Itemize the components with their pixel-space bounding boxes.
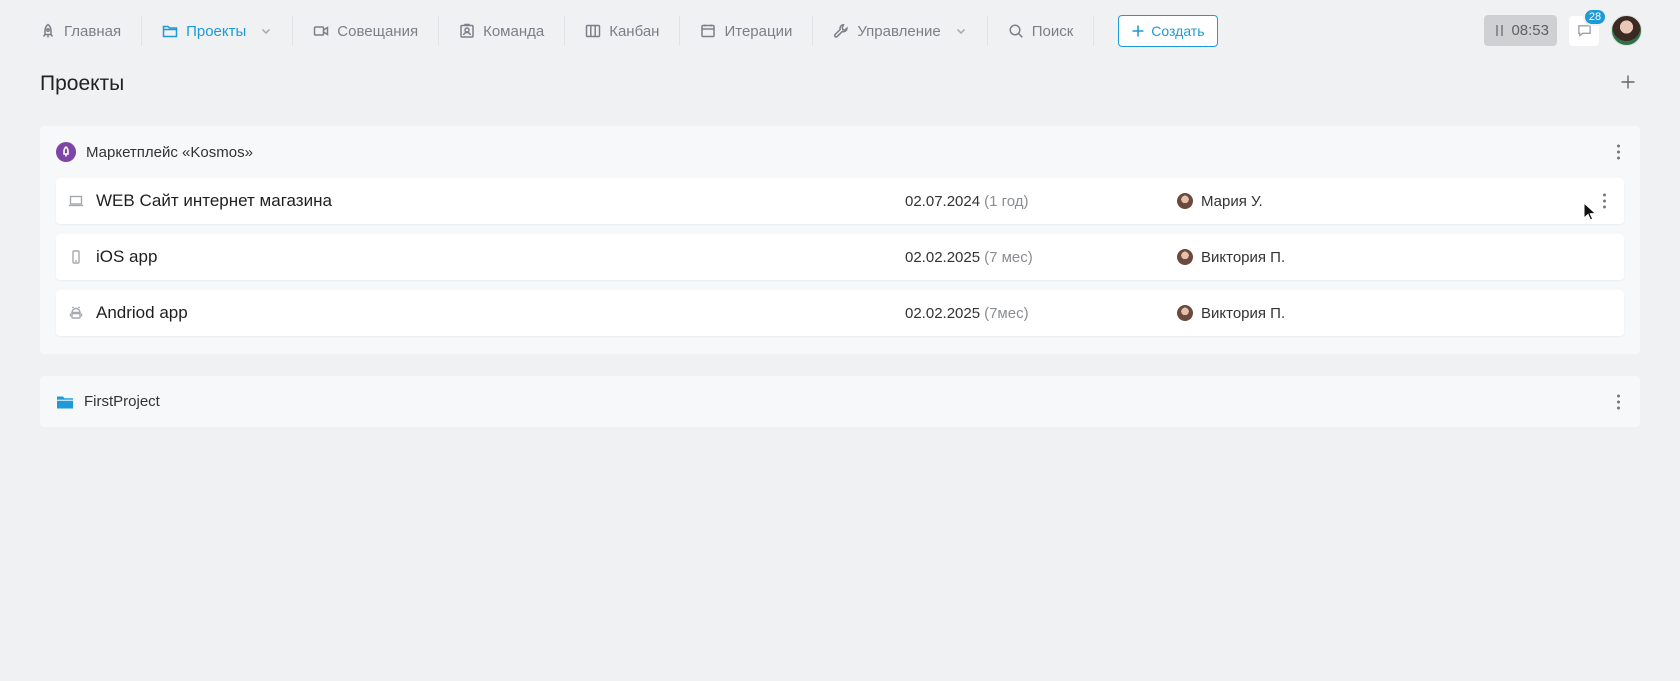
project-age: (7мес) [984,304,1029,322]
group-name: FirstProject [84,393,160,410]
project-owner-name: Виктория П. [1201,304,1286,322]
project-menu-icon[interactable] [1603,193,1606,209]
project-name: Andriod app [96,303,188,322]
calendar-icon [701,24,716,38]
nav-divider [1093,16,1095,46]
group-header[interactable]: FirstProject [40,376,1640,427]
project-row[interactable]: WEB Сайт интернет магазина 02.07.2024 (1 … [56,178,1624,224]
project-row[interactable]: iOS app 02.02.2025 (7 мес) Виктория П. [56,234,1624,280]
project-date: 02.02.2025 (7 мес) [905,249,1177,266]
group-menu-icon[interactable] [1617,394,1620,409]
project-owner[interactable]: Виктория П. [1177,249,1285,266]
project-name: iOS app [96,247,158,266]
nav-management-label: Управление [857,22,941,40]
add-project-button[interactable] [1620,74,1636,90]
group-name: Маркетплейс «Kosmos» [86,143,253,161]
nav-meetings[interactable]: Совещания [293,15,438,47]
nav-kanban[interactable]: Канбан [565,15,679,47]
avatar [1177,193,1193,209]
project-age: (7 мес) [984,248,1033,266]
laptop-icon [56,194,96,208]
project-group: Маркетплейс «Kosmos» WEB Сайт интернет м… [40,126,1640,354]
project-owner[interactable]: Мария У. [1177,193,1263,210]
user-avatar[interactable] [1611,15,1642,46]
notifications-button[interactable]: 28 [1569,7,1607,46]
rocket-icon [42,23,54,38]
phone-icon [56,250,96,264]
page-title: Проекты [40,72,125,95]
group-menu-icon[interactable] [1617,144,1620,160]
nav-team[interactable]: Команда [439,15,564,47]
pause-icon [1496,25,1504,36]
project-date-value: 02.02.2025 [905,304,981,322]
chevron-down-icon [262,28,271,35]
nav-projects-label: Проекты [186,22,247,40]
project-date: 02.02.2025 (7мес) [905,305,1177,322]
create-button-label: Создать [1151,23,1205,39]
project-row[interactable]: Andriod app 02.02.2025 (7мес) Виктория П. [56,290,1624,336]
nav-team-label: Команда [483,22,545,40]
project-date-value: 02.07.2024 [905,192,981,210]
time-tracker-button[interactable]: 08:53 [1484,15,1557,46]
search-icon [1009,24,1023,38]
create-button[interactable]: Создать [1118,15,1218,47]
plus-icon [1132,25,1144,37]
android-icon [56,306,96,320]
nav-meetings-label: Совещания [337,22,419,40]
folder-icon [162,25,178,38]
project-owner-name: Мария У. [1201,192,1263,210]
folder-icon [56,394,74,410]
project-list: WEB Сайт интернет магазина 02.07.2024 (1 … [40,178,1640,336]
nav-iterations[interactable]: Итерации [680,15,812,47]
nav-home[interactable]: Главная [40,15,141,47]
plus-icon [1621,75,1635,89]
columns-icon [585,24,601,38]
nav-search-label: Поиск [1031,22,1074,40]
nav-home-label: Главная [64,22,122,40]
rocket-icon [56,142,76,162]
project-date: 02.07.2024 (1 год) [905,193,1177,210]
project-age: (1 год) [984,192,1029,210]
id-badge-icon [460,23,474,38]
mouse-cursor-icon [1583,202,1597,221]
project-group: FirstProject [40,376,1640,427]
project-owner[interactable]: Виктория П. [1177,305,1285,322]
project-owner-name: Виктория П. [1201,248,1286,266]
project-name: WEB Сайт интернет магазина [96,191,332,210]
timer-value: 08:53 [1511,22,1549,39]
group-header[interactable]: Маркетплейс «Kosmos» [40,126,1640,178]
nav-management[interactable]: Управление [813,15,986,47]
chevron-down-icon [956,28,965,35]
header-tools: 08:53 28 [1484,7,1642,46]
project-date-value: 02.02.2025 [905,248,981,266]
avatar [1177,249,1193,265]
top-navigation: Главная Проекты Совещания Команда Канбан… [0,0,1680,62]
avatar [1177,305,1193,321]
video-camera-icon [314,26,329,36]
nav-kanban-label: Канбан [609,22,660,40]
notification-count-badge: 28 [1583,7,1607,26]
wrench-icon [834,24,848,38]
nav-iterations-label: Итерации [724,22,793,40]
nav-search[interactable]: Поиск [988,15,1094,47]
nav-projects[interactable]: Проекты [142,15,292,47]
